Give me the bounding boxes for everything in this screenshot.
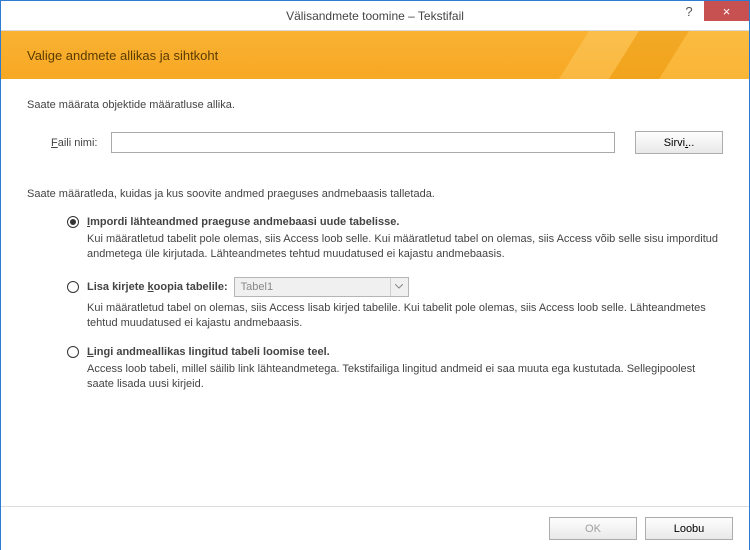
window-title: Välisandmete toomine – Tekstifail: [286, 9, 464, 23]
file-label: Faili nimi:: [51, 137, 111, 149]
content-area: Saate määrata objektide määratluse allik…: [1, 79, 749, 392]
option-append: Lisa kirjete koopia tabelile: Tabel1 Kui…: [67, 277, 723, 332]
browse-button[interactable]: Sirvi...: [635, 131, 723, 154]
option-link: Lingi andmeallikas lingitud tabeli loomi…: [67, 346, 723, 393]
file-name-input[interactable]: [111, 132, 615, 153]
file-row: Faili nimi: Sirvi...: [27, 131, 723, 154]
radio-append[interactable]: [67, 281, 79, 293]
option-append-desc: Kui määratletud tabel on olemas, siis Ac…: [87, 301, 723, 332]
intro-text: Saate määrata objektide määratluse allik…: [27, 99, 723, 111]
option-link-label: Lingi andmeallikas lingitud tabeli loomi…: [87, 346, 330, 358]
table-combo-value: Tabel1: [241, 281, 273, 293]
radio-link[interactable]: [67, 346, 79, 358]
table-combo[interactable]: Tabel1: [234, 277, 409, 297]
option-link-desc: Access loob tabeli, millel säilib link l…: [87, 362, 723, 393]
cancel-button[interactable]: Loobu: [645, 517, 733, 540]
footer: OK Loobu: [1, 506, 749, 550]
radio-import[interactable]: [67, 216, 79, 228]
chevron-down-icon: [390, 278, 408, 296]
ok-button[interactable]: OK: [549, 517, 637, 540]
option-import: Impordi lähteandmed praeguse andmebaasi …: [67, 216, 723, 263]
help-icon[interactable]: ?: [674, 1, 704, 21]
option-import-desc: Kui määratletud tabelit pole olemas, sii…: [87, 232, 723, 263]
option-append-label: Lisa kirjete koopia tabelile:: [87, 281, 228, 293]
banner-heading: Valige andmete allikas ja sihtkoht: [27, 48, 218, 63]
window-controls: ? ×: [674, 1, 749, 30]
storage-desc: Saate määratleda, kuidas ja kus soovite …: [27, 188, 723, 200]
close-icon[interactable]: ×: [704, 1, 749, 21]
titlebar: Välisandmete toomine – Tekstifail ? ×: [1, 1, 749, 31]
banner: Valige andmete allikas ja sihtkoht: [1, 31, 749, 79]
option-import-label: Impordi lähteandmed praeguse andmebaasi …: [87, 216, 399, 228]
banner-decoration: [549, 31, 749, 79]
options-group: Impordi lähteandmed praeguse andmebaasi …: [27, 216, 723, 392]
